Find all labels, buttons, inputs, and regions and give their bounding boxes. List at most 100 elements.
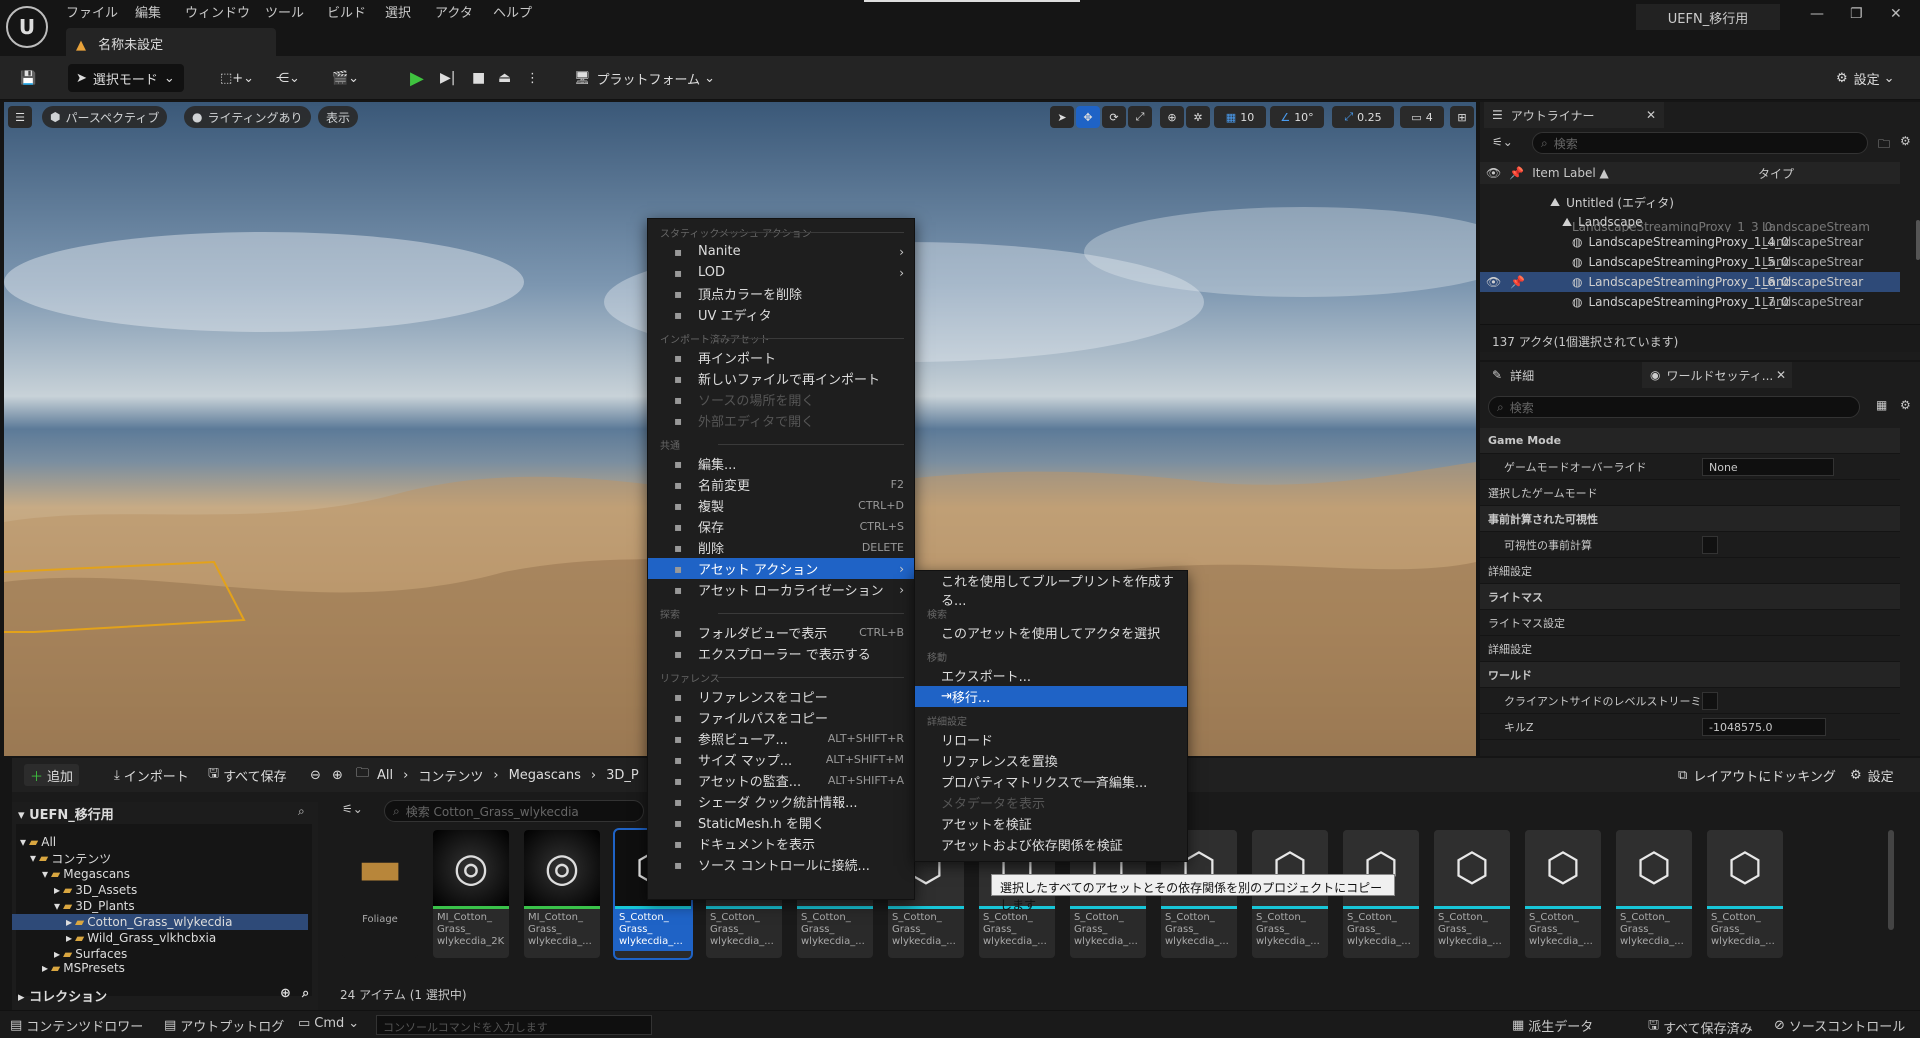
add-actor-icon[interactable]: ⬚+⌄ — [212, 64, 262, 92]
details-value[interactable]: -1048575.0 — [1702, 718, 1826, 736]
details-category[interactable]: 事前計算された可視性 — [1480, 506, 1900, 532]
close-icon[interactable]: ✕ — [1890, 6, 1902, 22]
breadcrumb-item[interactable]: All — [377, 768, 393, 783]
asset-tile[interactable]: ◎ MI_Cotton_ Grass_ wlykecdia_... — [524, 830, 600, 958]
details-property[interactable]: ゲームモードオーバーライド None — [1480, 454, 1900, 480]
tree-item[interactable]: ▾ ▰ Megascans — [12, 866, 308, 882]
menu-item[interactable]: ▪ UV エディタ — [648, 304, 914, 325]
details-checkbox[interactable] — [1702, 536, 1718, 554]
menu-item[interactable]: ▪ アセット ローカライゼーション › — [648, 579, 914, 600]
save-all-button[interactable]: 🖫 すべて保存 — [202, 764, 293, 786]
menu-item[interactable]: ▪ サイズ マップ... ALT+SHIFT+M — [648, 749, 914, 770]
asset-search-input[interactable]: ⌕ 検索 Cotton_Grass_wlykecdia — [384, 800, 644, 822]
forward-icon[interactable]: ⊕ — [326, 764, 349, 786]
translate-tool-icon[interactable]: ✥ — [1076, 106, 1100, 128]
asset-tile[interactable]: ⬡ S_Cotton_ Grass_ wlykecdia_... — [1525, 830, 1601, 958]
rotation-snap-button[interactable]: ∠ 10° — [1270, 106, 1324, 128]
menu-select[interactable]: 選択 — [385, 2, 411, 21]
menu-item[interactable]: ▪ ファイルパスをコピー — [648, 707, 914, 728]
import-button[interactable]: ⤓ インポート — [108, 764, 195, 786]
minimize-icon[interactable]: — — [1810, 6, 1824, 22]
submenu-item[interactable]: これを使用してブループリントを作成する... — [915, 575, 1187, 609]
details-property[interactable]: 可視性の事前計算 — [1480, 532, 1900, 558]
menu-item[interactable]: ▪ StaticMesh.h を開く — [648, 812, 914, 833]
pin-icon[interactable]: 📌 — [1509, 166, 1524, 180]
details-category[interactable]: Game Mode — [1480, 428, 1900, 454]
menu-item[interactable]: ▪ エクスプローラー で表示する — [648, 643, 914, 664]
tree-item-selected[interactable]: ▸ ▰ Cotton_Grass_wlykecdia — [12, 914, 308, 930]
menu-item[interactable]: ▪ 頂点カラーを削除 — [648, 283, 914, 304]
cinematics-icon[interactable]: 🎬⌄ — [324, 64, 367, 92]
outliner-search-input[interactable]: ⌕ 検索 — [1532, 132, 1868, 154]
outliner-tab[interactable]: ☰ アウトライナー ✕ — [1484, 102, 1664, 128]
search-icon[interactable]: ⌕ — [298, 804, 305, 819]
col-item-label[interactable]: Item Label ▲ — [1532, 166, 1609, 180]
details-category[interactable]: ワールド — [1480, 662, 1900, 688]
platform-dropdown[interactable]: 🖥 プラットフォーム ⌄ — [566, 64, 723, 92]
menu-file[interactable]: ファイル — [66, 2, 118, 21]
pin-icon[interactable]: 📌 — [1510, 275, 1525, 289]
save-icon[interactable]: 💾 — [12, 64, 44, 92]
back-icon[interactable]: ⊖ — [304, 764, 327, 786]
eject-icon[interactable]: ⏏ — [490, 64, 519, 92]
eye-icon[interactable]: 👁 — [1486, 275, 1501, 289]
collections-header[interactable]: ▸ コレクション ⊕ ⌕ — [18, 986, 314, 1005]
unreal-logo-icon[interactable]: U — [6, 6, 48, 48]
menu-item[interactable]: ▪ 編集... — [648, 453, 914, 474]
submenu-item[interactable]: エクスポート... — [915, 665, 1187, 686]
asset-tile[interactable]: ⬡ S_Cotton_ Grass_ wlykecdia_... — [1707, 830, 1783, 958]
world-space-icon[interactable]: ⊕ — [1160, 106, 1184, 128]
menu-item[interactable]: ▪ 複製 CTRL+D — [648, 495, 914, 516]
menu-help[interactable]: ヘルプ — [493, 2, 532, 21]
submenu-item[interactable]: アセットを検証 — [915, 813, 1187, 834]
gear-icon[interactable]: ⚙ — [1900, 134, 1911, 148]
details-property[interactable]: 詳細設定 — [1480, 558, 1900, 584]
add-folder-icon[interactable]: 🗀 — [1878, 135, 1890, 156]
table-view-icon[interactable]: ▦ — [1876, 398, 1887, 412]
submenu-item[interactable]: アセットおよび依存関係を検証 — [915, 834, 1187, 855]
add-button[interactable]: ＋追加 — [24, 764, 80, 786]
menu-item[interactable]: ▪ フォルダビューで表示 CTRL+B — [648, 622, 914, 643]
asset-scrollbar[interactable] — [1888, 830, 1894, 930]
menu-window[interactable]: ウィンドウ — [185, 2, 250, 21]
breadcrumb-item[interactable]: コンテンツ — [418, 766, 483, 785]
breadcrumb-item[interactable]: Megascans — [509, 768, 581, 783]
tree-item[interactable]: ▸ ▰ MSPresets — [12, 962, 308, 974]
outliner-row[interactable]: ⛰ Untitled (エディタ) — [1480, 192, 1900, 212]
perspective-button[interactable]: ⬢ パースペクティブ — [42, 106, 168, 128]
viewport-menu-icon[interactable]: ☰ — [8, 106, 32, 128]
settings-dropdown[interactable]: ⚙ 設定 ⌄ — [1828, 64, 1903, 92]
tree-item[interactable]: ▾ ▰ All — [12, 834, 308, 850]
submenu-item[interactable]: リファレンスを置換 — [915, 750, 1187, 771]
menu-item[interactable]: ▪ LOD › — [648, 262, 914, 283]
source-control-button[interactable]: ⊘ ソースコントロール — [1774, 1016, 1905, 1035]
console-input[interactable]: コンソールコマンドを入力します — [376, 1015, 652, 1035]
eye-icon[interactable]: 👁 — [1486, 166, 1501, 180]
details-search-input[interactable]: ⌕ 検索 — [1488, 396, 1860, 418]
menu-item[interactable]: ▪ アセットの監査... ALT+SHIFT+A — [648, 770, 914, 791]
stop-icon[interactable]: ■ — [464, 64, 493, 92]
submenu-item[interactable]: プロパティマトリクスで一斉編集... — [915, 771, 1187, 792]
menu-build[interactable]: ビルド — [327, 2, 366, 21]
menu-actor[interactable]: アクタ — [435, 2, 473, 21]
outliner-row[interactable]: LandscapeStreamingProxy_1_3_0 LandscapeSt… — [1480, 222, 1900, 232]
submenu-item[interactable]: リロード — [915, 729, 1187, 750]
details-property[interactable]: ライトマス設定 — [1480, 610, 1900, 636]
migrate-menu-item[interactable]: ⇥ 移行... — [915, 686, 1187, 707]
camera-speed-button[interactable]: ▭ 4 — [1400, 106, 1444, 128]
details-checkbox[interactable] — [1702, 692, 1718, 710]
output-log-button[interactable]: ▤ アウトプットログ — [164, 1016, 284, 1035]
menu-tools[interactable]: ツール — [265, 2, 304, 21]
tree-item[interactable]: ▸ ▰ Wild_Grass_vlkhcbxia — [12, 930, 308, 946]
show-button[interactable]: 表示 — [318, 106, 359, 128]
content-drawer-button[interactable]: ▤ コンテンツドロワー — [10, 1016, 143, 1035]
details-property[interactable]: 詳細設定 — [1480, 636, 1900, 662]
menu-item[interactable]: ▪ 保存 CTRL+S — [648, 516, 914, 537]
more-icon[interactable]: ⋮ — [518, 64, 547, 92]
outliner-row[interactable]: ◍ LandscapeStreamingProxy_1_4_0 LandscapeS… — [1480, 232, 1900, 252]
details-property[interactable]: クライアントサイドのレベルストリーミ... — [1480, 688, 1900, 714]
step-icon[interactable]: ▶| — [432, 64, 463, 92]
rotate-tool-icon[interactable]: ⟳ — [1102, 106, 1126, 128]
close-icon[interactable]: ✕ — [1776, 368, 1786, 382]
select-tool-icon[interactable]: ➤ — [1050, 106, 1074, 128]
